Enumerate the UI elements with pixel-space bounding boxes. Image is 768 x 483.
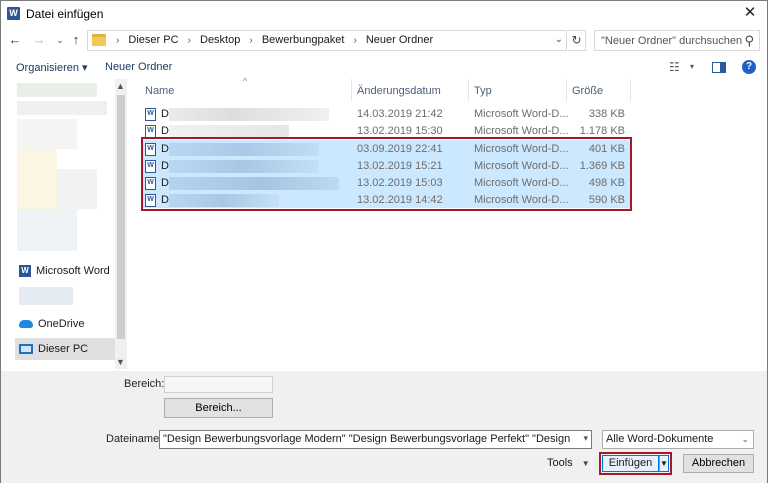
scrollbar-thumb[interactable] bbox=[117, 95, 125, 339]
refresh-button[interactable]: ↻ bbox=[568, 30, 586, 51]
range-label: Bereich: bbox=[124, 378, 165, 390]
address-dropdown-icon[interactable]: ⌄ bbox=[555, 34, 563, 45]
blurred-nav-item bbox=[17, 83, 97, 97]
file-name: D bbox=[161, 108, 169, 120]
breadcrumb-item-dieser-pc[interactable]: Dieser PC bbox=[128, 34, 178, 46]
breadcrumb-separator: › bbox=[249, 35, 253, 46]
sidebar-item-label: OneDrive bbox=[38, 318, 85, 330]
folder-icon bbox=[92, 34, 106, 46]
range-input[interactable] bbox=[164, 376, 273, 393]
file-type: Microsoft Word-D... bbox=[474, 125, 569, 137]
preview-pane-icon[interactable] bbox=[712, 62, 726, 73]
view-dropdown-icon[interactable]: ▾ bbox=[690, 62, 694, 71]
breadcrumb-item-neuer-ordner[interactable]: Neuer Ordner bbox=[366, 34, 433, 46]
file-name: D bbox=[161, 125, 169, 137]
dialog-footer: Bereich: Bereich... Dateiname: "Design B… bbox=[1, 371, 767, 483]
breadcrumb-separator: › bbox=[353, 35, 357, 46]
organize-button[interactable]: Organisieren ▾ bbox=[16, 61, 88, 74]
file-row[interactable]: D 14.03.2019 21:42 Microsoft Word-D... 3… bbox=[141, 106, 631, 123]
sidebar-item-label: Microsoft Word bbox=[36, 265, 110, 277]
title-bar: W Datei einfügen ✕ bbox=[1, 1, 767, 27]
breadcrumb-separator: › bbox=[116, 35, 120, 46]
chevron-down-icon: ⌄ bbox=[741, 434, 749, 444]
close-button[interactable]: ✕ bbox=[739, 3, 761, 23]
breadcrumb-item-desktop[interactable]: Desktop bbox=[200, 34, 240, 46]
word-document-icon bbox=[145, 108, 156, 121]
help-icon[interactable]: ? bbox=[742, 60, 756, 74]
file-type: Microsoft Word-D... bbox=[474, 108, 569, 120]
scroll-up-icon[interactable]: ▲ bbox=[116, 81, 125, 91]
file-insert-dialog: W Datei einfügen ✕ ← → ⌄ ↑ › Dieser PC ›… bbox=[0, 0, 768, 483]
column-divider[interactable] bbox=[468, 79, 469, 101]
tools-label: Tools bbox=[547, 457, 573, 469]
insert-button[interactable]: Einfügen bbox=[602, 455, 659, 472]
insert-highlight-box: Einfügen ▼ bbox=[599, 452, 672, 475]
file-size: 338 KB bbox=[588, 108, 625, 120]
chevron-down-icon: ▼ bbox=[581, 459, 590, 468]
column-header-size[interactable]: Größe bbox=[572, 85, 603, 97]
blurred-nav-item bbox=[17, 101, 107, 115]
toolbar: Organisieren ▾ Neuer Ordner ☷ ▾ ? bbox=[1, 56, 767, 78]
word-icon: W bbox=[19, 265, 31, 278]
search-placeholder: "Neuer Ordner" durchsuchen bbox=[601, 35, 743, 47]
tools-button[interactable]: Tools ▼ bbox=[547, 457, 590, 469]
navigation-scrollbar[interactable]: ▲ ▼ bbox=[115, 79, 127, 369]
column-header-name[interactable]: Name bbox=[145, 85, 174, 97]
search-input[interactable]: "Neuer Ordner" durchsuchen ⚲ bbox=[594, 30, 760, 51]
sidebar-item-label: Dieser PC bbox=[38, 343, 89, 355]
filename-value: "Design Bewerbungsvorlage Modern" "Desig… bbox=[163, 433, 573, 445]
selection-highlight-box bbox=[141, 137, 632, 211]
sidebar-item-onedrive[interactable]: OneDrive bbox=[19, 318, 84, 330]
filename-input[interactable]: "Design Bewerbungsvorlage Modern" "Desig… bbox=[159, 430, 592, 449]
sidebar-item-dieser-pc[interactable]: Dieser PC bbox=[19, 343, 88, 355]
file-type-filter-select[interactable]: Alle Word-Dokumente ⌄ bbox=[602, 430, 754, 449]
sort-ascending-icon: ^ bbox=[243, 76, 248, 86]
address-bar[interactable]: › Dieser PC › Desktop › Bewerbungpaket ›… bbox=[87, 30, 567, 51]
recent-locations-button[interactable]: ⌄ bbox=[52, 31, 68, 49]
breadcrumb: › Dieser PC › Desktop › Bewerbungpaket ›… bbox=[110, 34, 433, 46]
blurred-nav-item bbox=[17, 119, 77, 149]
new-folder-button[interactable]: Neuer Ordner bbox=[105, 61, 172, 73]
insert-dropdown-icon[interactable]: ▼ bbox=[659, 455, 669, 472]
cancel-button[interactable]: Abbrechen bbox=[683, 454, 754, 473]
column-header-type[interactable]: Typ bbox=[474, 85, 492, 97]
window-title: Datei einfügen bbox=[26, 7, 104, 21]
blurred-nav-item bbox=[57, 169, 97, 209]
onedrive-icon bbox=[19, 320, 33, 329]
filename-label: Dateiname: bbox=[106, 433, 163, 445]
word-app-icon: W bbox=[7, 7, 20, 20]
back-button[interactable]: ← bbox=[7, 31, 23, 49]
file-type-filter-value: Alle Word-Dokumente bbox=[606, 433, 714, 445]
column-divider[interactable] bbox=[630, 79, 631, 101]
blurred-nav-item bbox=[17, 149, 57, 209]
blurred-nav-item bbox=[17, 209, 77, 251]
blurred-filename bbox=[169, 108, 329, 121]
file-date: 13.02.2019 15:30 bbox=[357, 125, 443, 137]
file-date: 14.03.2019 21:42 bbox=[357, 108, 443, 120]
up-folder-button[interactable]: ↑ bbox=[68, 31, 84, 49]
forward-button[interactable]: → bbox=[31, 31, 47, 49]
file-list: ^ Name Änderungsdatum Typ Größe D 14.03.… bbox=[139, 76, 759, 369]
search-icon: ⚲ bbox=[744, 33, 754, 48]
range-button[interactable]: Bereich... bbox=[164, 398, 273, 418]
column-header-date[interactable]: Änderungsdatum bbox=[357, 85, 441, 97]
navigation-pane: W Microsoft Word OneDrive Dieser PC bbox=[15, 79, 115, 369]
file-size: 1.178 KB bbox=[579, 125, 625, 137]
breadcrumb-separator: › bbox=[187, 35, 191, 46]
scroll-down-icon[interactable]: ▼ bbox=[116, 357, 125, 367]
column-divider[interactable] bbox=[566, 79, 567, 101]
blurred-nav-item bbox=[19, 287, 73, 305]
sidebar-item-microsoft-word[interactable]: W Microsoft Word bbox=[19, 265, 110, 278]
view-options-icon[interactable]: ☷ bbox=[669, 60, 680, 74]
chevron-down-icon[interactable]: ▾ bbox=[583, 433, 588, 444]
column-divider[interactable] bbox=[351, 79, 352, 101]
breadcrumb-item-bewerbungpaket[interactable]: Bewerbungpaket bbox=[262, 34, 345, 46]
computer-icon bbox=[19, 344, 33, 355]
